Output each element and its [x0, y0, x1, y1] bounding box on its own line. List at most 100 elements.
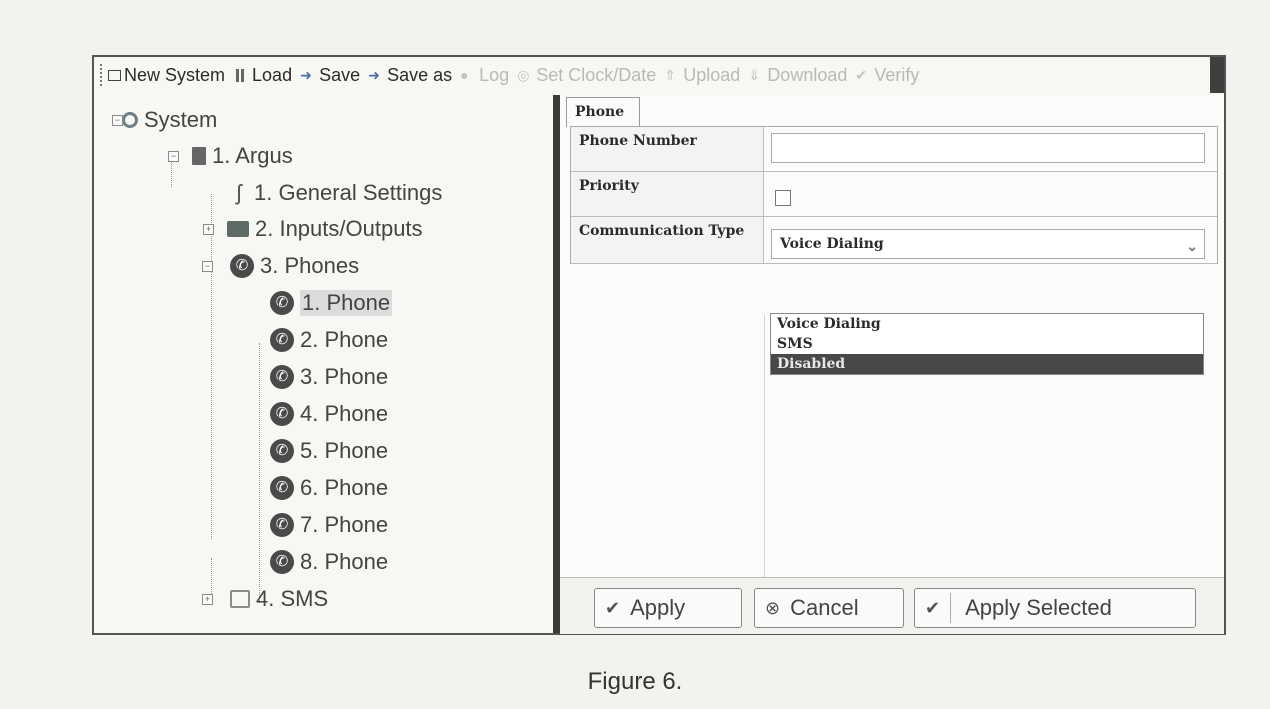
- tree-label-system: System: [144, 107, 218, 132]
- tree-label-phone: 2. Phone: [300, 327, 389, 352]
- new-document-icon: [108, 69, 121, 81]
- phone-icon: ✆: [230, 254, 254, 278]
- tree-label-phone: 1. Phone: [300, 290, 393, 316]
- verify-button[interactable]: ✔ Verify: [855, 65, 919, 86]
- tree-label-phones: 3. Phones: [260, 253, 360, 278]
- apply-selected-button[interactable]: ✔ Apply Selected: [914, 588, 1196, 628]
- pane-splitter[interactable]: [553, 95, 560, 633]
- save-label: Save: [319, 64, 361, 85]
- wrench-icon: ʃ: [236, 180, 242, 205]
- tree-label-general-settings: 1. General Settings: [254, 180, 443, 205]
- toolbar: New System Load ➜ Save ➜ Save as ● Log ◎…: [94, 57, 1204, 93]
- save-button[interactable]: ➜ Save: [300, 65, 360, 86]
- expand-icon[interactable]: +: [202, 594, 213, 605]
- download-icon: ⇓: [748, 67, 761, 83]
- tree-label-sms: 4. SMS: [256, 586, 329, 611]
- download-button[interactable]: ⇓ Download: [748, 65, 847, 86]
- load-button[interactable]: Load: [233, 65, 292, 86]
- log-icon: ●: [460, 67, 469, 83]
- log-button[interactable]: ● Log: [460, 65, 509, 86]
- tree-item-phone-6[interactable]: ✆ 6. Phone: [270, 471, 388, 505]
- tree-label-phone: 5. Phone: [300, 438, 389, 463]
- load-label: Load: [252, 64, 293, 85]
- save-icon: ➜: [300, 67, 312, 83]
- priority-checkbox[interactable]: [775, 190, 791, 206]
- application-window: New System Load ➜ Save ➜ Save as ● Log ◎…: [92, 55, 1226, 635]
- cancel-icon: ⊗: [765, 597, 781, 618]
- gear-icon: [122, 112, 138, 128]
- checkmark-icon: ✔: [925, 597, 941, 618]
- collapse-icon[interactable]: −: [168, 151, 179, 162]
- tree-label-phone: 7. Phone: [300, 512, 389, 537]
- property-row-phone-number: Phone Number: [571, 127, 1217, 172]
- set-clock-label: Set Clock/Date: [536, 64, 657, 85]
- phone-icon: ✆: [270, 513, 294, 537]
- cancel-label: Cancel: [790, 595, 859, 620]
- tree-item-argus[interactable]: − 1. Argus: [168, 139, 293, 173]
- tree-item-phone-8[interactable]: ✆ 8. Phone: [270, 545, 388, 579]
- tree-label-phone: 4. Phone: [300, 401, 389, 426]
- clock-icon: ◎: [517, 67, 530, 83]
- tree-label-argus: 1. Argus: [212, 143, 293, 168]
- tree-item-system[interactable]: − System: [112, 103, 218, 137]
- upload-label: Upload: [683, 64, 741, 85]
- apply-label: Apply: [630, 595, 686, 620]
- save-as-icon: ➜: [368, 67, 380, 83]
- sms-icon: [230, 590, 250, 608]
- load-icon: [233, 68, 249, 82]
- tree-item-phones[interactable]: − ✆ 3. Phones: [202, 249, 360, 283]
- phone-number-label: Phone Number: [571, 127, 764, 171]
- upload-icon: ⇑: [664, 67, 676, 83]
- phone-icon: ✆: [270, 439, 294, 463]
- property-grid: Phone Number Priority Communication Type…: [570, 126, 1218, 264]
- properties-panel: Phone Phone Number Priority Communicatio…: [560, 95, 1224, 634]
- inputs-outputs-icon: [227, 221, 249, 237]
- tree-item-phone-4[interactable]: ✆ 4. Phone: [270, 397, 388, 431]
- dropdown-option-voice-dialing[interactable]: Voice Dialing: [771, 314, 1203, 334]
- expand-icon[interactable]: +: [203, 224, 214, 235]
- tree-item-phone-7[interactable]: ✆ 7. Phone: [270, 508, 388, 542]
- device-icon: [192, 147, 206, 165]
- collapse-icon[interactable]: −: [112, 115, 123, 126]
- phone-number-field[interactable]: [771, 133, 1205, 163]
- apply-selected-label: Apply Selected: [965, 595, 1112, 620]
- tab-phone[interactable]: Phone: [566, 97, 640, 127]
- tree-item-phone-3[interactable]: ✆ 3. Phone: [270, 360, 388, 394]
- phone-icon: ✆: [270, 291, 294, 315]
- tree-item-general-settings[interactable]: ʃ 1. General Settings: [230, 176, 443, 210]
- communication-type-label: Communication Type: [571, 217, 764, 263]
- set-clock-button[interactable]: ◎ Set Clock/Date: [517, 65, 656, 86]
- property-row-communication-type: Communication Type Voice Dialing ⌄: [571, 217, 1217, 264]
- property-row-priority: Priority: [571, 172, 1217, 217]
- toolbar-grip[interactable]: [100, 64, 104, 86]
- figure-caption: Figure 6.: [587, 668, 683, 695]
- tree-item-phone-5[interactable]: ✆ 5. Phone: [270, 434, 388, 468]
- tree-item-inputs-outputs[interactable]: + 2. Inputs/Outputs: [203, 212, 423, 246]
- tree-item-phone-2[interactable]: ✆ 2. Phone: [270, 323, 388, 357]
- tree-item-sms[interactable]: + 4. SMS: [202, 582, 329, 616]
- chevron-down-icon[interactable]: ⌄: [1186, 233, 1198, 261]
- toolbar-overflow-handle[interactable]: [1210, 57, 1224, 93]
- phone-icon: ✆: [270, 550, 294, 574]
- apply-button[interactable]: ✔ Apply: [594, 588, 742, 628]
- download-label: Download: [767, 64, 848, 85]
- upload-button[interactable]: ⇑ Upload: [664, 65, 740, 86]
- tree-item-phone-1[interactable]: ✆ 1. Phone: [270, 286, 393, 320]
- collapse-icon[interactable]: −: [202, 261, 213, 272]
- log-label: Log: [479, 64, 510, 85]
- new-system-button[interactable]: New System: [108, 65, 225, 86]
- tree-label-inputs-outputs: 2. Inputs/Outputs: [255, 216, 423, 241]
- tree-label-phone: 8. Phone: [300, 549, 389, 574]
- cancel-button[interactable]: ⊗ Cancel: [754, 588, 904, 628]
- communication-type-value: Voice Dialing: [780, 236, 884, 252]
- dropdown-option-sms[interactable]: SMS: [771, 334, 1203, 354]
- phone-icon: ✆: [270, 365, 294, 389]
- phone-icon: ✆: [270, 328, 294, 352]
- system-tree: − System − 1. Argus ʃ 1. General Setting…: [94, 95, 553, 633]
- new-system-label: New System: [124, 64, 226, 85]
- save-as-label: Save as: [387, 64, 453, 85]
- save-as-button[interactable]: ➜ Save as: [368, 65, 452, 86]
- communication-type-select[interactable]: Voice Dialing ⌄: [771, 229, 1205, 259]
- verify-label: Verify: [874, 64, 920, 85]
- dropdown-option-disabled[interactable]: Disabled: [771, 354, 1203, 374]
